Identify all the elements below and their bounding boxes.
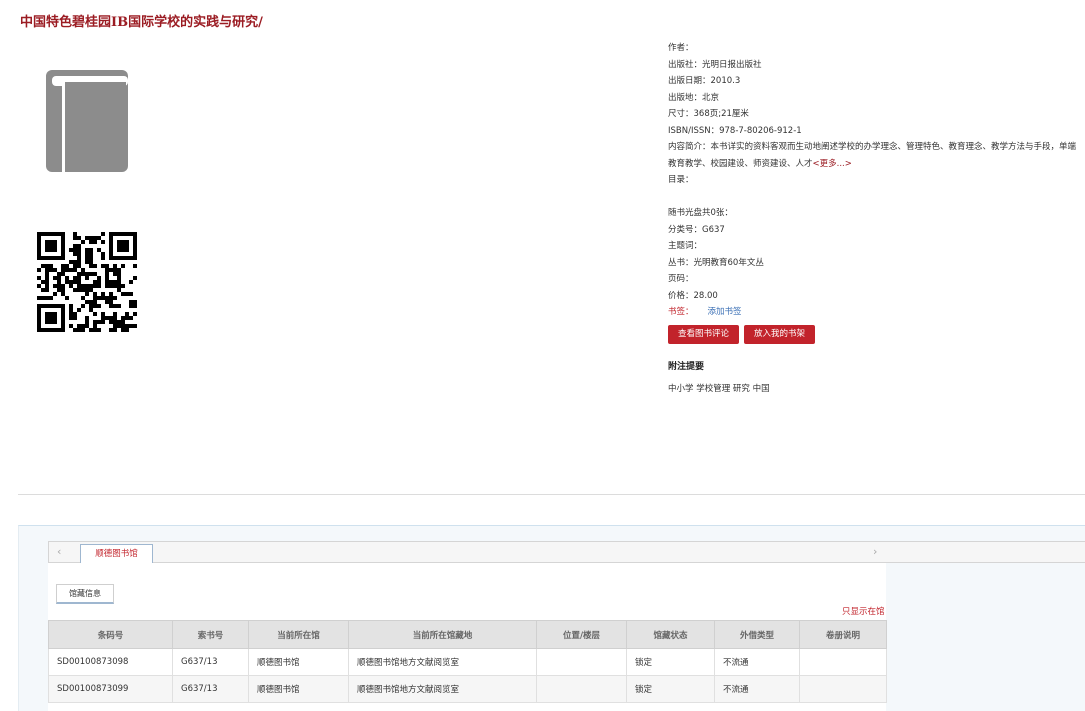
cell-call-no: G637/13 [172, 675, 249, 703]
cell-location: 顺德图书馆地方文献阅览室 [348, 648, 537, 676]
info-subject: 主题词： [668, 241, 703, 251]
add-to-shelf-button[interactable]: 放入我的书架 [744, 324, 816, 344]
info-publisher: 出版社：光明日报出版社 [668, 59, 762, 70]
info-author: 作者： [668, 43, 694, 53]
col-header: 卷册说明 [799, 620, 887, 649]
notes-body: 中小学 学校管理 研究 中国 [668, 384, 770, 394]
info-summary: 内容简介：本书详实的资料客观而生动地阐述学校的办学理念、管理特色、教育理念、教学… [668, 139, 1078, 172]
table-header-row: 条码号 索书号 当前所在馆 当前所在馆藏地 位置/楼层 馆藏状态 外借类型 卷册… [48, 620, 887, 649]
info-pub-date: 出版日期：2010.3 [668, 76, 741, 86]
book-title: 中国特色碧桂园IB国际学校的实践与研究/ [20, 15, 263, 30]
col-header: 条码号 [48, 620, 173, 649]
view-reviews-button[interactable]: 查看图书评论 [668, 324, 740, 344]
add-bookmark-link[interactable]: 添加书签 [708, 307, 742, 317]
cell-library: 顺德图书馆 [248, 648, 349, 676]
info-summary-text: 内容简介：本书详实的资料客观而生动地阐述学校的办学理念、管理特色、教育理念、教学… [668, 142, 1077, 169]
cell-status: 锁定 [626, 675, 715, 703]
tab-holding-info[interactable]: 馆藏信息 [56, 584, 114, 604]
holdings-table: 条码号 索书号 当前所在馆 当前所在馆藏地 位置/楼层 馆藏状态 外借类型 卷册… [48, 620, 887, 703]
info-price: 价格：28.00 [668, 290, 718, 301]
action-buttons: 查看图书评论 放入我的书架 [668, 324, 1078, 345]
section-divider [18, 494, 1085, 495]
cell-volume [799, 675, 887, 703]
cell-loan-type: 不流通 [714, 675, 800, 703]
shelf-label: 书签： [668, 307, 694, 317]
info-pub-place: 出版地：北京 [668, 92, 720, 103]
cell-floor [536, 675, 627, 703]
cell-floor [536, 648, 627, 676]
info-size: 尺寸：368页;21厘米 [668, 109, 749, 119]
info-cd: 随书光盘共0张： [668, 208, 733, 218]
col-header: 索书号 [172, 620, 249, 649]
cell-location: 顺德图书馆地方文献阅览室 [348, 675, 537, 703]
notes-title: 附注提要 [668, 361, 705, 372]
book-cover-icon [46, 70, 128, 172]
cell-library: 顺德图书馆 [248, 675, 349, 703]
info-shelf: 书签： 添加书签 [668, 304, 1078, 321]
tab-next-arrow-icon[interactable]: › [873, 545, 877, 558]
info-toc: 目录： [668, 175, 694, 185]
summary-more-link[interactable]: <更多...> [813, 159, 852, 169]
table-row: SD00100873099 G637/13 顺德图书馆 顺德图书馆地方文献阅览室… [48, 675, 887, 703]
library-tabs-bar: ‹ › [48, 541, 1085, 563]
col-header: 外借类型 [714, 620, 800, 649]
only-in-library-link[interactable]: 只显示在馆 [842, 605, 885, 617]
cell-barcode: SD00100873099 [48, 675, 173, 703]
info-series: 丛书：光明教育60年文丛 [668, 257, 764, 268]
tab-prev-arrow-icon[interactable]: ‹ [57, 545, 61, 558]
col-header: 位置/楼层 [536, 620, 627, 649]
info-isbn: ISBN/ISSN：978-7-80206-912-1 [668, 125, 802, 136]
info-pages: 页码： [668, 274, 694, 284]
info-class-no: 分类号：G637 [668, 224, 725, 235]
cell-call-no: G637/13 [172, 648, 249, 676]
qr-code-icon [37, 232, 137, 332]
col-header: 当前所在馆藏地 [348, 620, 537, 649]
cell-status: 锁定 [626, 648, 715, 676]
tab-shunde-library[interactable]: 顺德图书馆 [80, 544, 153, 564]
col-header: 当前所在馆 [248, 620, 349, 649]
cell-volume [799, 648, 887, 676]
cell-loan-type: 不流通 [714, 648, 800, 676]
book-info: 作者： 出版社：光明日报出版社 出版日期：2010.3 出版地：北京 尺寸：36… [668, 40, 1078, 398]
table-row: SD00100873098 G637/13 顺德图书馆 顺德图书馆地方文献阅览室… [48, 648, 887, 676]
col-header: 馆藏状态 [626, 620, 715, 649]
cell-barcode: SD00100873098 [48, 648, 173, 676]
